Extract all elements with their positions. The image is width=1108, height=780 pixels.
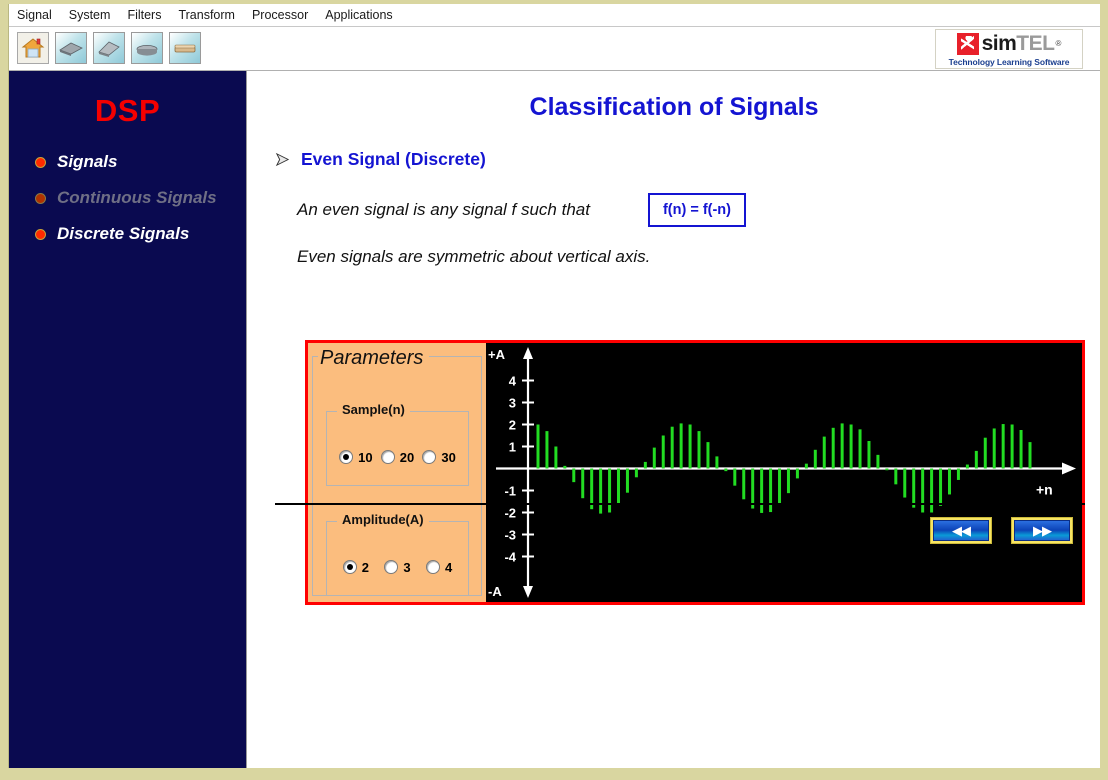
book-next-icon[interactable]: [169, 32, 201, 64]
svg-text:3: 3: [509, 396, 516, 411]
svg-text:+n: +n: [1036, 482, 1053, 498]
logo-tagline: Technology Learning Software: [948, 56, 1070, 67]
amplitude-option-2[interactable]: 2: [342, 559, 369, 575]
amplitude-option-label: 4: [445, 559, 453, 575]
svg-text:-4: -4: [504, 550, 516, 565]
radio-icon[interactable]: [384, 560, 399, 575]
next-button-label: ▶▶: [1014, 520, 1070, 541]
navigation-buttons: ◀◀ ▶▶: [930, 517, 1073, 544]
sample-option-label: 10: [358, 449, 373, 465]
book-open-icon[interactable]: [93, 32, 125, 64]
previous-button-label: ◀◀: [933, 520, 989, 541]
svg-text:2: 2: [509, 418, 516, 433]
definition-row: An even signal is any signal f such that…: [297, 193, 1100, 227]
page-title: Classification of Signals: [529, 93, 819, 121]
sample-option-label: 30: [441, 449, 456, 465]
menu-item-filters[interactable]: Filters: [127, 8, 161, 22]
symmetry-text: Even signals are symmetric about vertica…: [297, 247, 651, 266]
sample-option-label: 20: [399, 449, 415, 465]
arrow-bullet-icon: [275, 152, 290, 167]
svg-text:4: 4: [509, 374, 517, 389]
sidebar-item-continuous-signals[interactable]: Continuous Signals: [35, 188, 246, 208]
sample-option-10[interactable]: 10: [339, 449, 373, 465]
amplitude-option-label: 2: [361, 559, 369, 575]
svg-text:-1: -1: [504, 484, 516, 499]
section-title: Even Signal (Discrete): [301, 149, 486, 169]
sidebar: DSP Signals Continuous Signals Discrete …: [9, 71, 247, 768]
sample-radio-row: 10 20 30: [327, 450, 468, 465]
menu-item-applications[interactable]: Applications: [325, 8, 392, 22]
menu-item-processor[interactable]: Processor: [252, 8, 308, 22]
simtel-mark-icon: [956, 32, 979, 55]
sidebar-item-signals[interactable]: Signals: [35, 152, 246, 172]
application-window: Signal System Filters Transform Processo…: [0, 0, 1108, 780]
parameters-panel: Parameters Sample(n) 10 20 30 Amplitude(…: [308, 343, 486, 602]
stem-plot-canvas: 4 3 2 1 -1 -2 -3 -4 +A -A +n: [488, 347, 1076, 599]
parameters-legend: Parameters: [318, 347, 430, 370]
svg-text:-A: -A: [488, 584, 502, 599]
amplitude-group: Amplitude(A) 2 3 4: [326, 512, 469, 596]
radio-icon[interactable]: [380, 450, 395, 465]
main-pane: Classification of Signals Even Signal (D…: [247, 71, 1100, 768]
application-inner: Signal System Filters Transform Processo…: [8, 4, 1100, 768]
sample-option-30[interactable]: 30: [422, 449, 456, 465]
bullet-icon: [35, 156, 46, 168]
logo-wordmark: sim TEL ®: [956, 32, 1062, 56]
sidebar-item-label: Continuous Signals: [57, 188, 217, 207]
bullet-icon: [35, 228, 46, 240]
sidebar-item-label: Signals: [57, 152, 118, 171]
sample-group-legend: Sample(n): [337, 402, 410, 417]
toolbar: sim TEL ® Technology Learning Software: [9, 27, 1100, 71]
sidebar-nav-list: Signals Continuous Signals Discrete Sign…: [9, 152, 246, 244]
home-icon[interactable]: [17, 32, 49, 64]
formula-box: f(n) = f(-n): [647, 193, 746, 227]
previous-button[interactable]: ◀◀: [930, 517, 992, 544]
menu-item-signal[interactable]: Signal: [17, 8, 52, 22]
logo-tel-text: TEL: [1016, 32, 1055, 55]
radio-selected-icon[interactable]: [342, 560, 357, 575]
sample-option-20[interactable]: 20: [380, 449, 415, 465]
svg-text:-2: -2: [504, 506, 516, 521]
menu-item-system[interactable]: System: [69, 8, 111, 22]
svg-text:+A: +A: [488, 347, 506, 362]
sidebar-item-label: Discrete Signals: [57, 224, 190, 243]
section-header: Even Signal (Discrete): [275, 149, 1100, 170]
amplitude-group-legend: Amplitude(A): [337, 512, 429, 527]
svg-text:-3: -3: [504, 528, 516, 543]
registered-trademark-icon: ®: [1055, 39, 1062, 48]
next-button[interactable]: ▶▶: [1011, 517, 1073, 544]
svg-text:1: 1: [509, 440, 516, 455]
content-area: DSP Signals Continuous Signals Discrete …: [9, 71, 1100, 768]
book-prev-icon[interactable]: [55, 32, 87, 64]
book-closed-icon[interactable]: [131, 32, 163, 64]
sidebar-item-discrete-signals[interactable]: Discrete Signals: [35, 224, 246, 244]
sample-group: Sample(n) 10 20 30: [326, 402, 469, 486]
signal-figure: Parameters Sample(n) 10 20 30 Amplitude(…: [305, 340, 1085, 605]
amplitude-radio-row: 2 3 4: [327, 560, 468, 575]
amplitude-option-label: 3: [403, 559, 411, 575]
menu-bar: Signal System Filters Transform Processo…: [9, 4, 1100, 27]
radio-selected-icon[interactable]: [339, 450, 354, 465]
simtel-logo: sim TEL ® Technology Learning Software: [935, 29, 1083, 69]
stem-plot: 4 3 2 1 -1 -2 -3 -4 +A -A +n: [486, 343, 1082, 602]
radio-icon[interactable]: [426, 560, 441, 575]
amplitude-option-3[interactable]: 3: [384, 559, 411, 575]
radio-icon[interactable]: [422, 450, 437, 465]
bullet-icon: [35, 192, 46, 204]
amplitude-option-4[interactable]: 4: [426, 560, 452, 575]
logo-sim-text: sim: [981, 32, 1017, 55]
definition-text: An even signal is any signal f such that: [297, 200, 590, 219]
menu-item-transform[interactable]: Transform: [178, 8, 235, 22]
sidebar-title: DSP: [94, 93, 161, 128]
footer-divider: [275, 503, 1085, 505]
